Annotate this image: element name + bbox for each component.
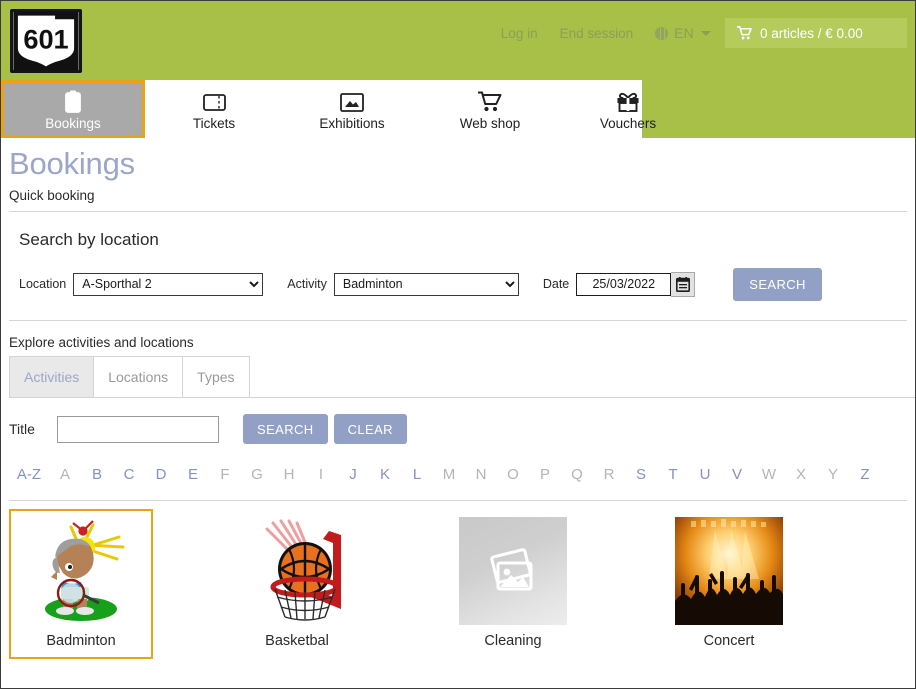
main-navigation: Bookings Tickets Exhibitions Web shop Vo… <box>1 80 915 138</box>
header-actions: Log in End session EN 0 articles / € 0.0… <box>501 17 907 49</box>
explore-clear-button[interactable]: CLEAR <box>333 414 407 444</box>
gift-icon <box>616 87 640 113</box>
picture-frame-icon <box>340 87 364 113</box>
alphabet-link-i: I <box>318 465 324 483</box>
alphabet-link-b[interactable]: B <box>81 466 113 483</box>
activity-card-label: Concert <box>703 633 755 649</box>
alphabet-link-c[interactable]: C <box>113 466 145 483</box>
nav-item-exhibitions[interactable]: Exhibitions <box>283 80 421 138</box>
activity-card-label: Cleaning <box>484 633 542 649</box>
end-session-link[interactable]: End session <box>560 26 634 41</box>
title-input[interactable] <box>57 415 219 443</box>
concert-crowd-image <box>675 517 783 625</box>
search-section-heading: Search by location <box>19 230 159 249</box>
cart-button[interactable]: 0 articles / € 0.00 <box>725 18 907 48</box>
alphabet-link-r: R <box>603 465 615 483</box>
app-window: 601 Log in End session EN 0 articles / €… <box>0 0 916 689</box>
date-input[interactable] <box>576 272 672 296</box>
basketball-hoop-image <box>243 517 351 625</box>
alphabet-link-u[interactable]: U <box>689 466 721 483</box>
explore-label: Explore activities and locations <box>9 335 194 350</box>
explore-tabs: Activities Locations Types <box>9 356 915 398</box>
alphabet-link-f: F <box>220 465 230 483</box>
language-selector[interactable]: EN <box>655 25 711 41</box>
shopping-cart-icon <box>737 26 752 40</box>
alphabet-link-v[interactable]: V <box>721 466 753 483</box>
activity-card-grid: Badminton Basketbal Cleaning Concert <box>9 509 915 659</box>
date-label: Date <box>542 277 570 291</box>
activity-label: Activity <box>287 277 327 291</box>
nav-label-web-shop: Web shop <box>459 116 521 131</box>
main-content: Bookings Quick booking Search by locatio… <box>1 146 915 659</box>
alphabet-link-d[interactable]: D <box>145 466 177 483</box>
location-select[interactable]: A-Sporthal 2 <box>73 272 264 296</box>
alphabet-link-q: Q <box>571 465 583 483</box>
nav-label-bookings: Bookings <box>45 116 101 131</box>
search-filters-row: Location A-Sporthal 2 Activity Badminton… <box>19 267 915 301</box>
activity-select[interactable]: Badminton <box>333 272 519 296</box>
explore-search-button[interactable]: SEARCH <box>243 414 328 444</box>
title-label: Title <box>9 421 35 437</box>
activity-card-badminton[interactable]: Badminton <box>9 509 153 659</box>
activity-card-label: Badminton <box>46 633 116 649</box>
location-label: Location <box>19 277 67 291</box>
tab-activities[interactable]: Activities <box>9 356 95 398</box>
shopping-cart-icon <box>478 87 502 113</box>
chevron-down-icon <box>701 30 711 36</box>
activity-card-label: Basketbal <box>265 633 329 649</box>
activity-card-basketbal[interactable]: Basketbal <box>225 509 369 659</box>
alphabet-link-a-z[interactable]: A-Z <box>9 466 49 483</box>
activity-card-concert[interactable]: Concert <box>657 509 801 659</box>
alphabet-link-a: A <box>59 465 70 483</box>
language-label: EN <box>674 25 694 41</box>
logo[interactable]: 601 <box>10 9 82 73</box>
alphabet-link-t[interactable]: T <box>657 466 689 483</box>
alphabet-link-h: H <box>283 465 295 483</box>
divider-top <box>9 211 907 212</box>
alphabet-link-g: G <box>251 465 263 483</box>
alphabet-filter: A-Z A B C D E F G H I J K L M N O P Q R S T U V W X Y Z <box>9 464 915 484</box>
nav-label-vouchers: Vouchers <box>599 116 657 131</box>
alphabet-link-s[interactable]: S <box>625 466 657 483</box>
nav-item-bookings[interactable]: Bookings <box>1 80 145 138</box>
nav-item-web-shop[interactable]: Web shop <box>421 80 559 138</box>
placeholder-image-icon <box>459 517 567 625</box>
divider-middle <box>9 320 907 321</box>
tab-locations[interactable]: Locations <box>94 356 184 398</box>
alphabet-link-n: N <box>475 465 487 483</box>
cart-label: 0 articles / € 0.00 <box>760 25 863 41</box>
nav-label-exhibitions: Exhibitions <box>319 116 385 131</box>
alphabet-link-k[interactable]: K <box>369 466 401 483</box>
login-link[interactable]: Log in <box>501 26 538 41</box>
ticket-icon <box>202 87 226 113</box>
alphabet-link-y: Y <box>827 465 838 483</box>
site-header: 601 Log in End session EN 0 articles / €… <box>1 1 915 80</box>
tabs-filler <box>249 356 915 398</box>
badminton-cartoon-image <box>27 517 135 625</box>
divider-alphabet <box>9 500 907 501</box>
activity-card-cleaning[interactable]: Cleaning <box>441 509 585 659</box>
page-title: Bookings <box>9 146 135 181</box>
alphabet-link-l[interactable]: L <box>401 466 433 483</box>
alphabet-link-z[interactable]: Z <box>849 466 881 483</box>
globe-icon <box>655 26 669 40</box>
alphabet-link-x: X <box>795 465 806 483</box>
tab-types[interactable]: Types <box>183 356 250 398</box>
breadcrumb: Quick booking <box>9 188 95 203</box>
title-search-row: Title SEARCH CLEAR <box>9 414 915 444</box>
alphabet-link-m: M <box>442 465 456 483</box>
calendar-icon[interactable] <box>671 271 696 297</box>
nav-label-tickets: Tickets <box>192 116 236 131</box>
alphabet-link-w: W <box>761 465 777 483</box>
alphabet-link-p: P <box>539 465 550 483</box>
nav-item-tickets[interactable]: Tickets <box>145 80 283 138</box>
nav-item-vouchers[interactable]: Vouchers <box>559 80 697 138</box>
alphabet-link-j[interactable]: J <box>337 466 369 483</box>
alphabet-link-o: O <box>507 465 519 483</box>
logo-number: 601 <box>23 23 68 54</box>
alphabet-link-e[interactable]: E <box>177 466 209 483</box>
search-by-location-button[interactable]: SEARCH <box>733 267 822 301</box>
clipboard-icon <box>64 87 82 113</box>
